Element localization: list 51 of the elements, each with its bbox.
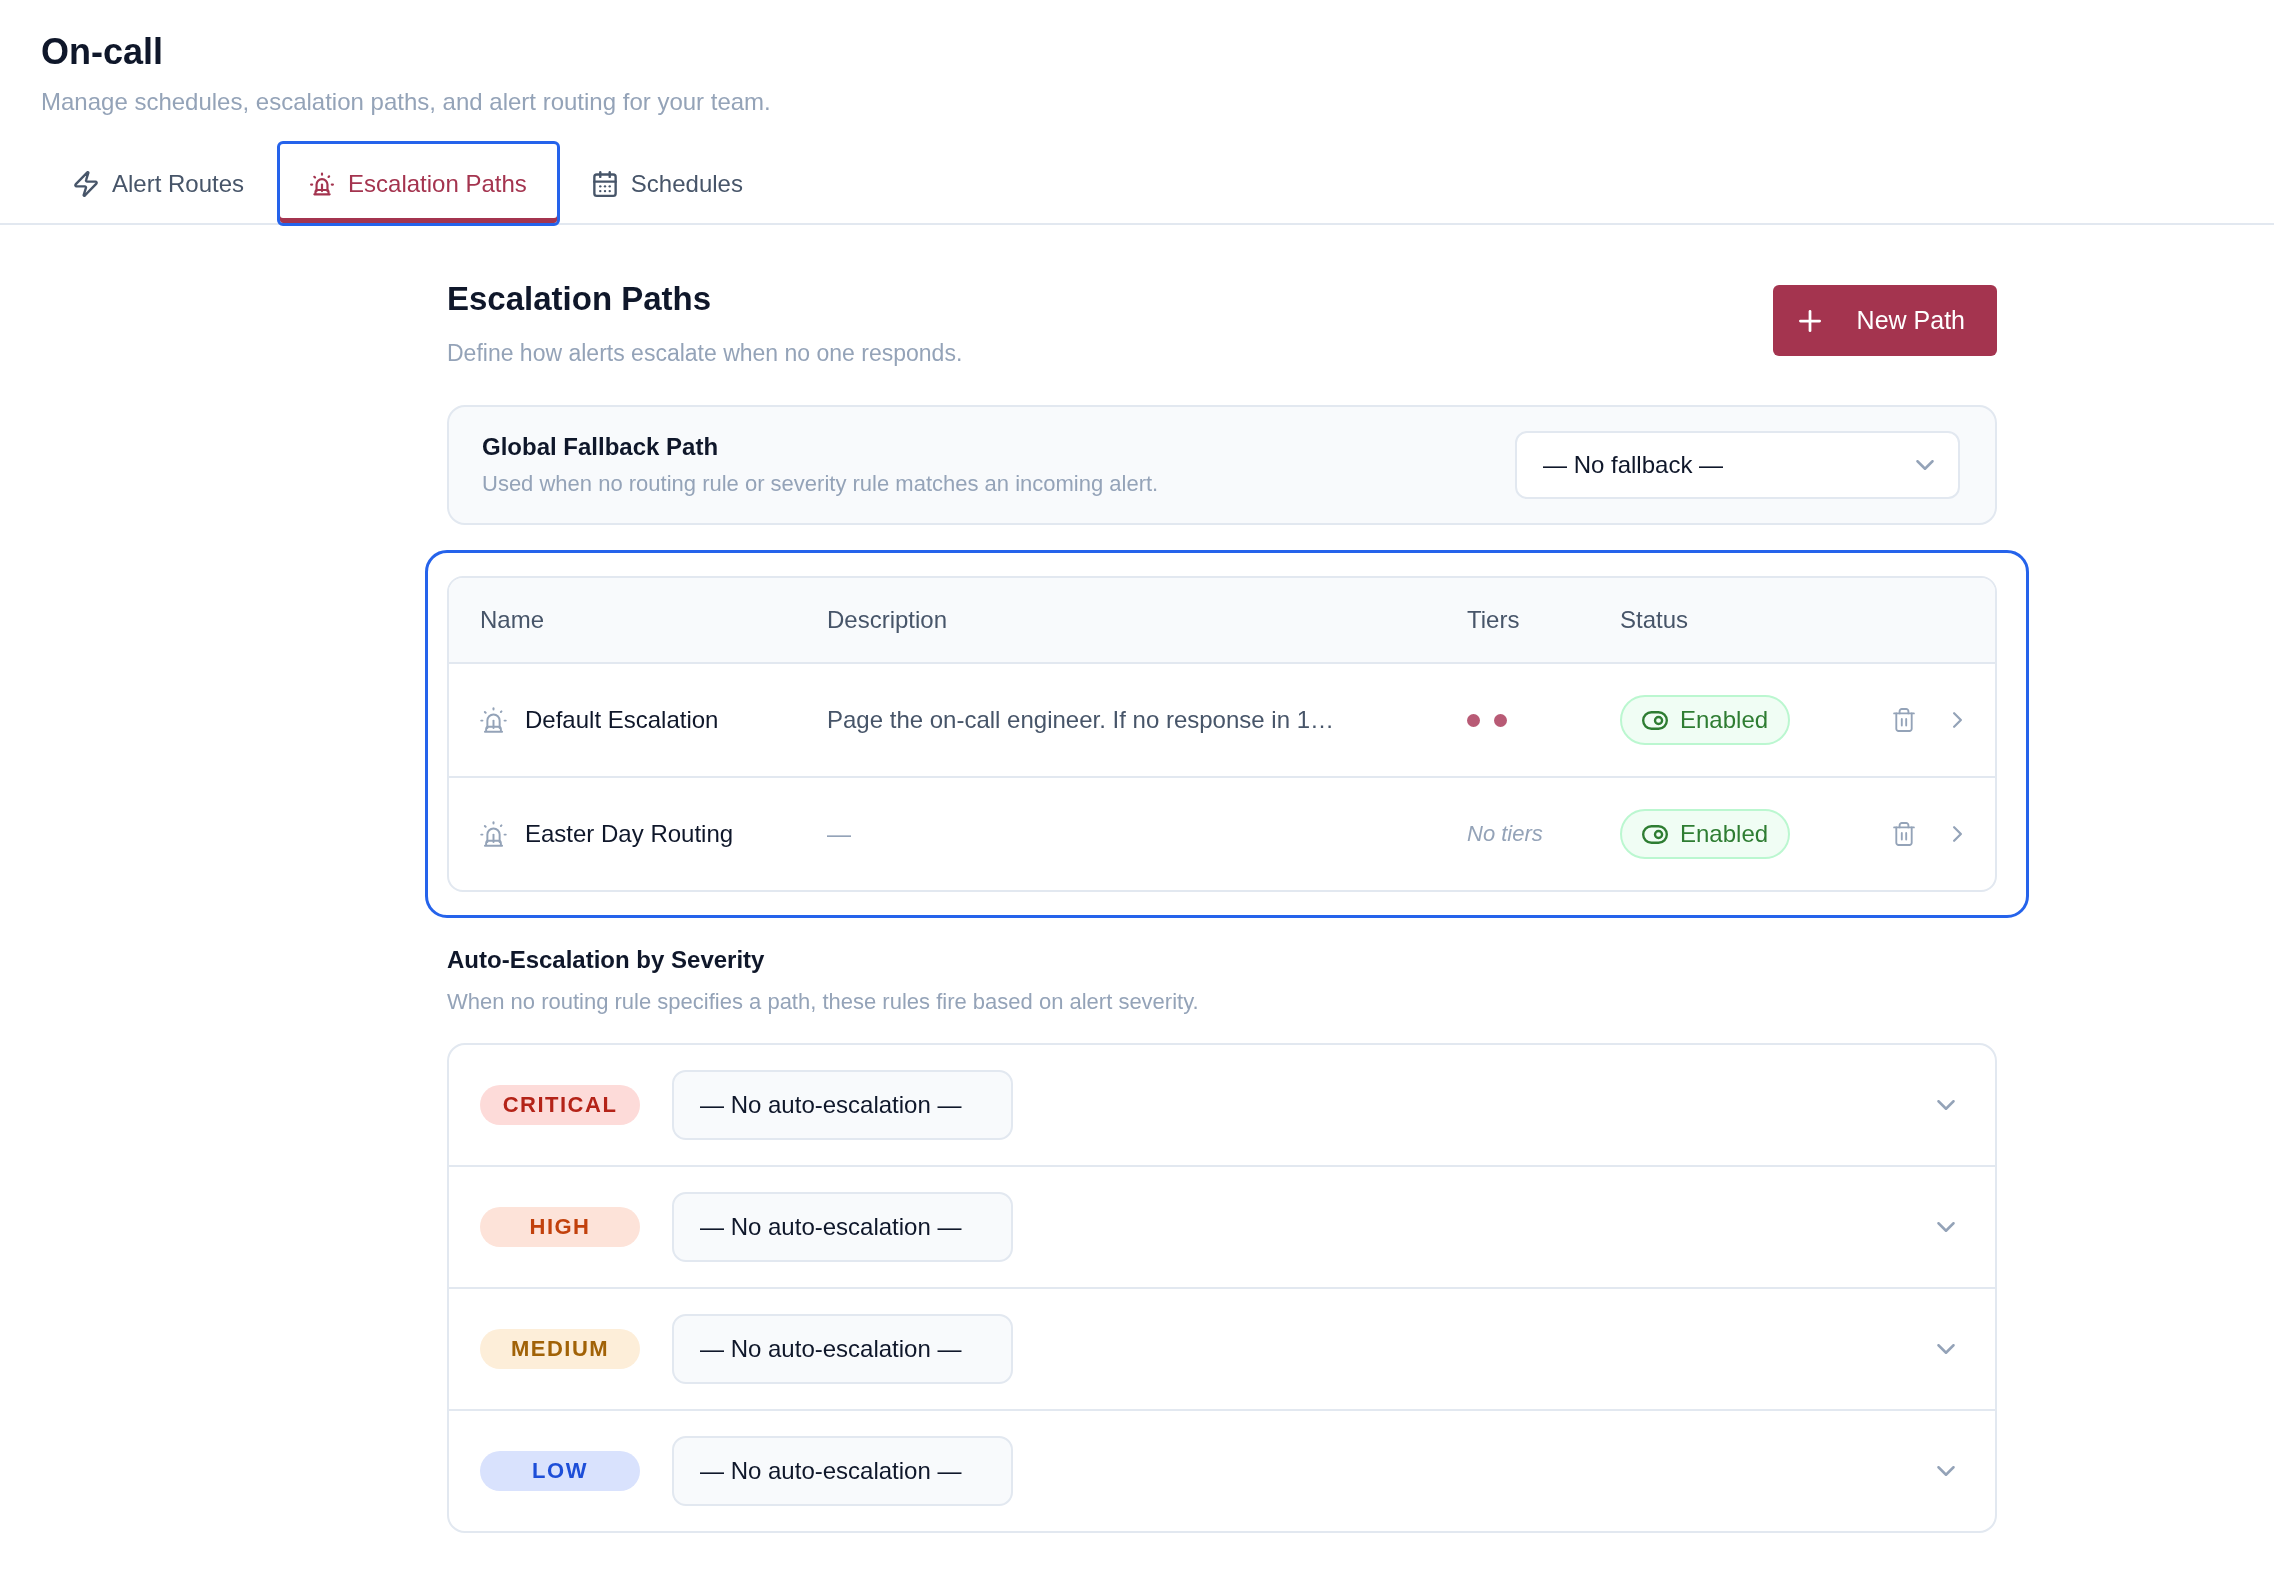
severity-description: When no routing rule specifies a path, these rules fire based on alert severity.: [447, 988, 1200, 1016]
column-header: Description: [827, 606, 948, 634]
chevron-right-icon[interactable]: [1953, 826, 1962, 842]
tier-dot-icon: [1494, 713, 1507, 727]
fallback-description: Used when no routing rule or severity rule matches an incoming alert.: [482, 470, 1159, 498]
escalation-select[interactable]: — No auto-escalation —: [672, 1192, 1013, 1262]
page-title: On-call: [41, 30, 165, 74]
severity-badge: LOW: [480, 1451, 640, 1491]
column-header: Tiers: [1467, 606, 1520, 634]
column-header: Name: [480, 606, 545, 634]
tab[interactable]: Escalation Paths: [277, 141, 560, 226]
siren-icon: [480, 821, 507, 847]
tiers-note: No tiers: [1467, 821, 1543, 847]
path-description: —: [827, 820, 851, 847]
trash-icon[interactable]: [1893, 707, 1915, 733]
plus-icon: [1798, 309, 1821, 332]
path-name: Default Escalation: [525, 706, 719, 734]
calendar-icon: [592, 170, 617, 197]
path-description: Page the on-call engineer. If no response in 1…: [827, 706, 1334, 733]
siren-icon: [310, 170, 335, 197]
chevron-down-icon[interactable]: [1937, 1222, 1955, 1232]
new-path-button[interactable]: New Path: [1772, 285, 1997, 356]
escalation-select[interactable]: — No auto-escalation —: [672, 1314, 1013, 1384]
chevron-down-icon[interactable]: [1937, 1466, 1955, 1476]
section-description: Define how alerts escalate when no one responds.: [447, 339, 963, 368]
column-header: Status: [1620, 606, 1689, 634]
tab[interactable]: Alert Routes: [41, 141, 278, 226]
severity-badge: MEDIUM: [480, 1329, 640, 1369]
chevron-down-icon[interactable]: [1937, 1100, 1955, 1110]
tier-dot-icon: [1467, 713, 1480, 727]
severity-badge: CRITICAL: [480, 1085, 640, 1125]
severity-title: Auto-Escalation by Severity: [447, 945, 766, 975]
page-subtitle: Manage schedules, escalation paths, and alert routing for your team.: [41, 87, 772, 117]
chevron-down-icon: [1916, 460, 1934, 470]
escalation-select[interactable]: — No auto-escalation —: [672, 1436, 1013, 1506]
section-title: Escalation Paths: [447, 279, 713, 319]
siren-icon: [480, 707, 507, 733]
trash-icon[interactable]: [1893, 821, 1915, 847]
fallback-select[interactable]: — No fallback —: [1515, 431, 1960, 499]
status-toggle[interactable]: Enabled: [1620, 809, 1791, 859]
fallback-title: Global Fallback Path: [482, 432, 720, 462]
lightning-bolt-icon: [74, 170, 98, 197]
toggle-on-icon: [1642, 710, 1668, 730]
chevron-down-icon[interactable]: [1937, 1344, 1955, 1354]
path-name: Easter Day Routing: [525, 820, 734, 848]
chevron-right-icon[interactable]: [1953, 712, 1962, 728]
severity-badge: HIGH: [480, 1207, 640, 1247]
status-toggle[interactable]: Enabled: [1620, 695, 1791, 745]
tab[interactable]: Schedules: [559, 141, 776, 226]
toggle-on-icon: [1642, 824, 1668, 844]
escalation-select[interactable]: — No auto-escalation —: [672, 1070, 1013, 1140]
